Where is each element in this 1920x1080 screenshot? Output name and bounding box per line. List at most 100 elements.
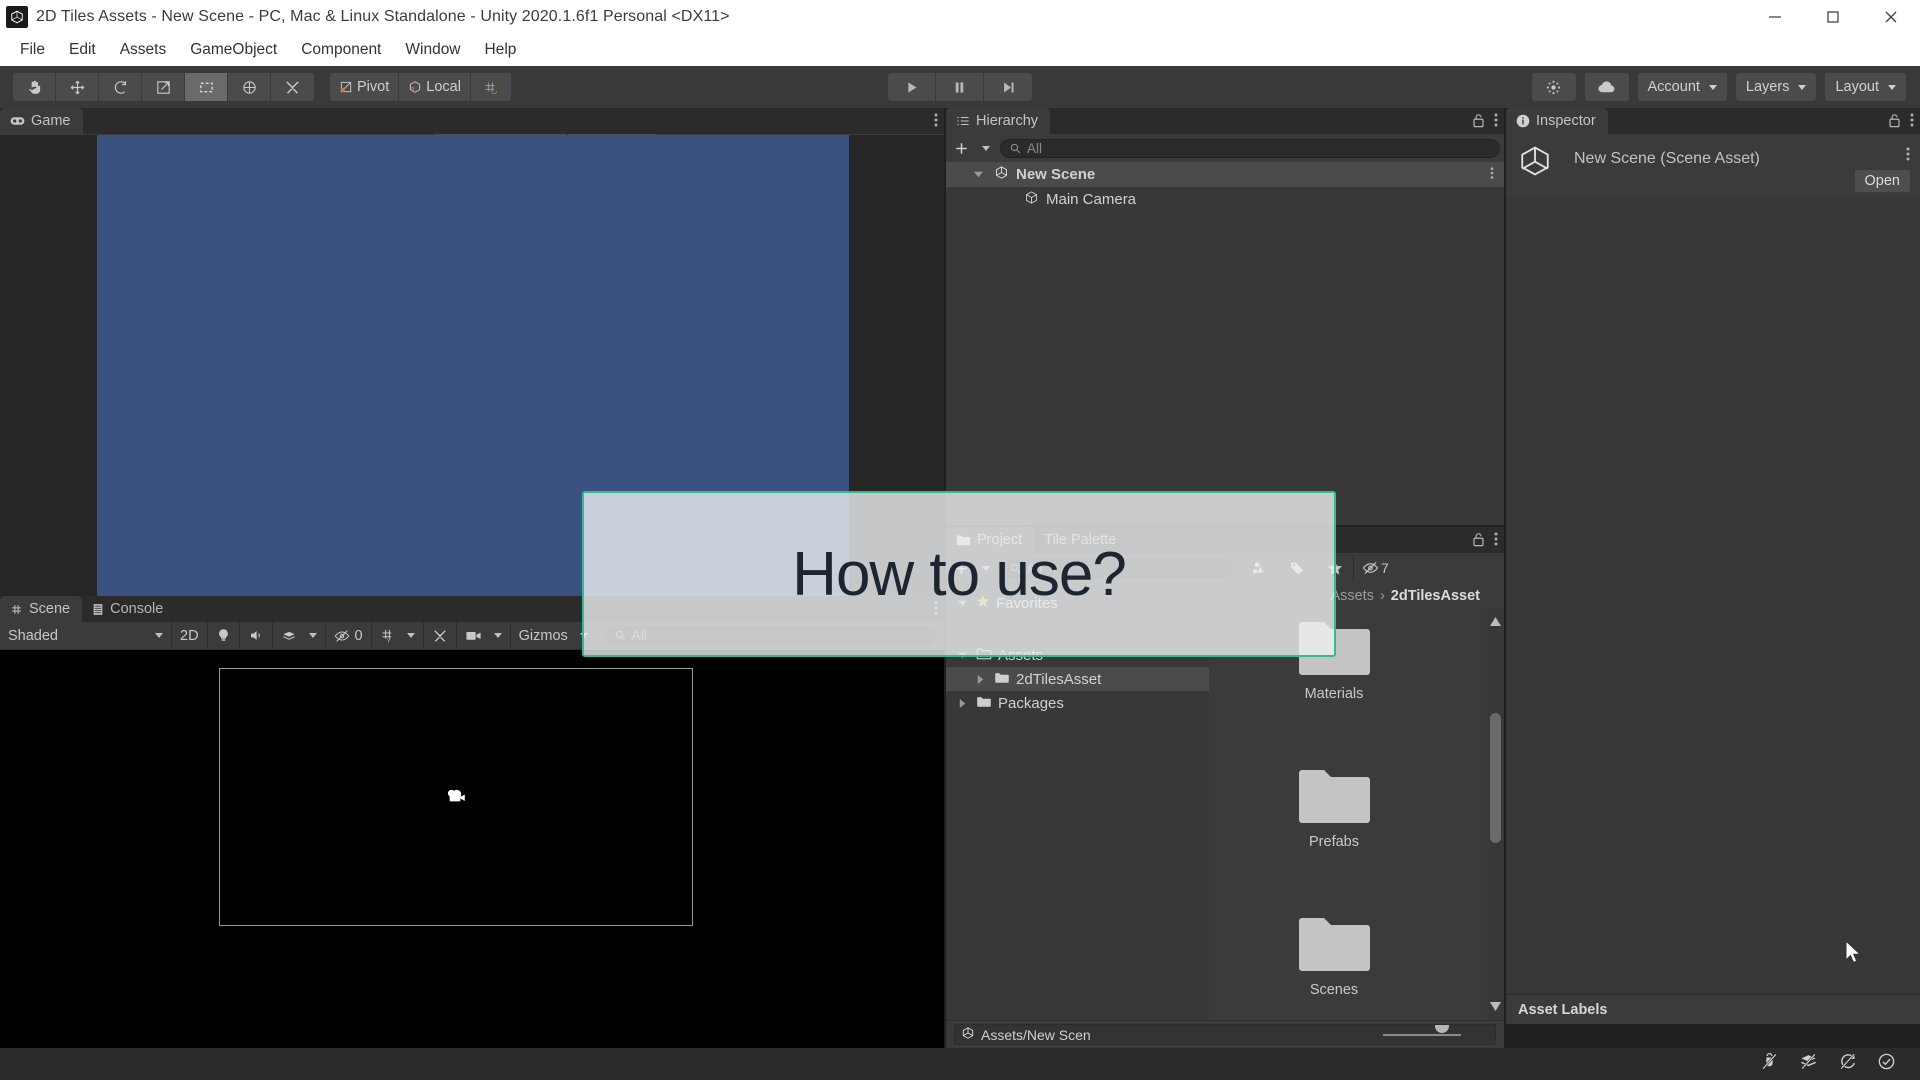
chevron-down-icon[interactable] [974,166,983,183]
move-icon[interactable] [56,73,99,101]
speaker-icon[interactable] [240,621,273,650]
mode-2d-label: 2D [180,627,199,644]
menu-file[interactable]: File [8,37,57,63]
project-tree-label: Packages [998,694,1064,712]
maximize-icon[interactable] [1804,0,1862,34]
play-icon[interactable] [888,73,936,101]
cloud-icon[interactable] [1584,73,1629,101]
check-icon[interactable] [1877,1052,1896,1076]
menu-window[interactable]: Window [393,37,472,63]
pivot-group: Pivot Local [330,73,511,101]
kebab-menu-icon[interactable] [1906,146,1910,167]
shading-label: Shaded [8,627,58,644]
asset-grid-item-scenes[interactable]: Scenes [1274,915,1394,998]
scrollbar-thumb[interactable] [1490,713,1501,843]
2d-toggle[interactable]: 2D [172,621,208,650]
hierarchy-panel: Hierarchy All New Scene Main Camera [946,108,1504,525]
project-hidden-count: 7 [1381,560,1389,576]
menu-help[interactable]: Help [473,37,529,63]
scroll-up-icon[interactable] [1490,613,1501,631]
asset-labels-section[interactable]: Asset Labels [1506,994,1920,1024]
refresh-off-icon[interactable] [1838,1052,1857,1076]
kebab-menu-icon[interactable] [1490,166,1494,184]
chevron-down-icon [1888,84,1896,90]
scene-canvas[interactable] [0,650,944,1048]
layout-button[interactable]: Layout [1825,73,1906,101]
asset-grid-item-label: Materials [1304,686,1364,702]
tab-console[interactable]: Console [82,596,175,622]
debug-off-icon[interactable] [1760,1052,1779,1076]
filter-hidden-icon[interactable]: 7 [1354,555,1397,581]
overlay-title: How to use? [792,539,1127,609]
chevron-right-icon[interactable] [972,674,988,684]
lightbulb-icon[interactable] [208,621,240,650]
scene-tools-icon[interactable] [424,621,457,650]
tab-inspector[interactable]: Inspector [1506,108,1608,134]
asset-grid-item-label: Prefabs [1309,834,1359,850]
scroll-down-icon[interactable] [1490,998,1501,1016]
layers-off-icon[interactable] [1799,1052,1818,1076]
hand-icon[interactable] [13,73,56,101]
layers-button[interactable]: Layers [1735,73,1817,101]
rotate-icon[interactable] [99,73,142,101]
tab-game[interactable]: Game [0,108,83,134]
how-to-use-overlay[interactable]: How to use? [582,491,1336,657]
tab-console-label: Console [110,601,164,617]
hierarchy-search-input[interactable]: All [1000,138,1500,158]
pause-icon[interactable] [936,73,984,101]
grid-y-dropdown[interactable]: Y [372,621,424,650]
breadcrumb-2dtilesasset[interactable]: 2dTilesAsset [1391,588,1480,604]
account-button[interactable]: Account [1637,73,1727,101]
hierarchy-row-main-camera[interactable]: Main Camera [946,187,1504,212]
scale-icon[interactable] [142,73,185,101]
main-toolbar: Pivot Local Account Layers Layout [0,66,1920,108]
step-icon[interactable] [984,73,1032,101]
local-button[interactable]: Local [399,73,471,101]
tab-game-label: Game [31,113,71,129]
project-selected-path[interactable]: Assets/New Scen [954,1024,1496,1045]
chevron-down-icon [1798,84,1807,90]
folder-icon [976,695,992,712]
chevron-right-icon[interactable] [954,698,970,708]
grid-snap-icon[interactable] [470,73,511,101]
chevron-down-icon [155,633,163,638]
inspector-tabbar: Inspector [1506,108,1920,134]
hidden-objects-toggle[interactable]: 0 [326,621,372,650]
lock-icon[interactable] [1472,113,1485,133]
wrench-icon[interactable] [271,73,314,101]
rect-transform-icon[interactable] [185,73,228,101]
project-tree-2dtilesasset[interactable]: 2dTilesAsset [946,667,1209,691]
menu-assets[interactable]: Assets [108,37,179,63]
menu-gameobject[interactable]: GameObject [178,37,289,63]
project-tree-packages[interactable]: Packages [946,691,1209,715]
shading-mode-dropdown[interactable]: Shaded [0,621,172,650]
menu-component[interactable]: Component [289,37,393,63]
project-grid-scrollbar[interactable] [1487,609,1504,1020]
kebab-menu-icon[interactable] [1494,531,1498,552]
scene-camera-dropdown[interactable] [457,621,511,650]
minimize-icon[interactable] [1746,0,1804,34]
close-icon[interactable] [1862,0,1920,34]
pivot-button[interactable]: Pivot [330,73,400,101]
icon-size-slider[interactable] [1383,1033,1461,1036]
kebab-menu-icon[interactable] [1494,112,1498,133]
asset-grid-item-prefabs[interactable]: Prefabs [1274,767,1394,850]
hidden-count: 0 [354,627,363,644]
breadcrumb-assets[interactable]: Assets [1330,588,1374,604]
open-button[interactable]: Open [1854,170,1910,192]
services-icon[interactable] [1531,73,1576,101]
lock-icon[interactable] [1888,113,1901,133]
menu-edit[interactable]: Edit [57,37,108,63]
add-gameobject-button[interactable] [946,141,998,156]
hierarchy-row-new-scene[interactable]: New Scene [946,162,1504,187]
camera-gizmo-icon[interactable] [444,788,466,804]
tab-hierarchy[interactable]: Hierarchy [946,108,1051,134]
transform-icon[interactable] [228,73,271,101]
kebab-menu-icon[interactable] [1910,112,1914,133]
fx-dropdown[interactable] [273,621,326,650]
icon-size-knob[interactable] [1435,1025,1449,1033]
kebab-menu-icon[interactable] [934,112,938,133]
hierarchy-search-placeholder: All [1027,140,1043,156]
lock-icon[interactable] [1472,532,1485,552]
tab-scene[interactable]: Scene [0,596,83,622]
